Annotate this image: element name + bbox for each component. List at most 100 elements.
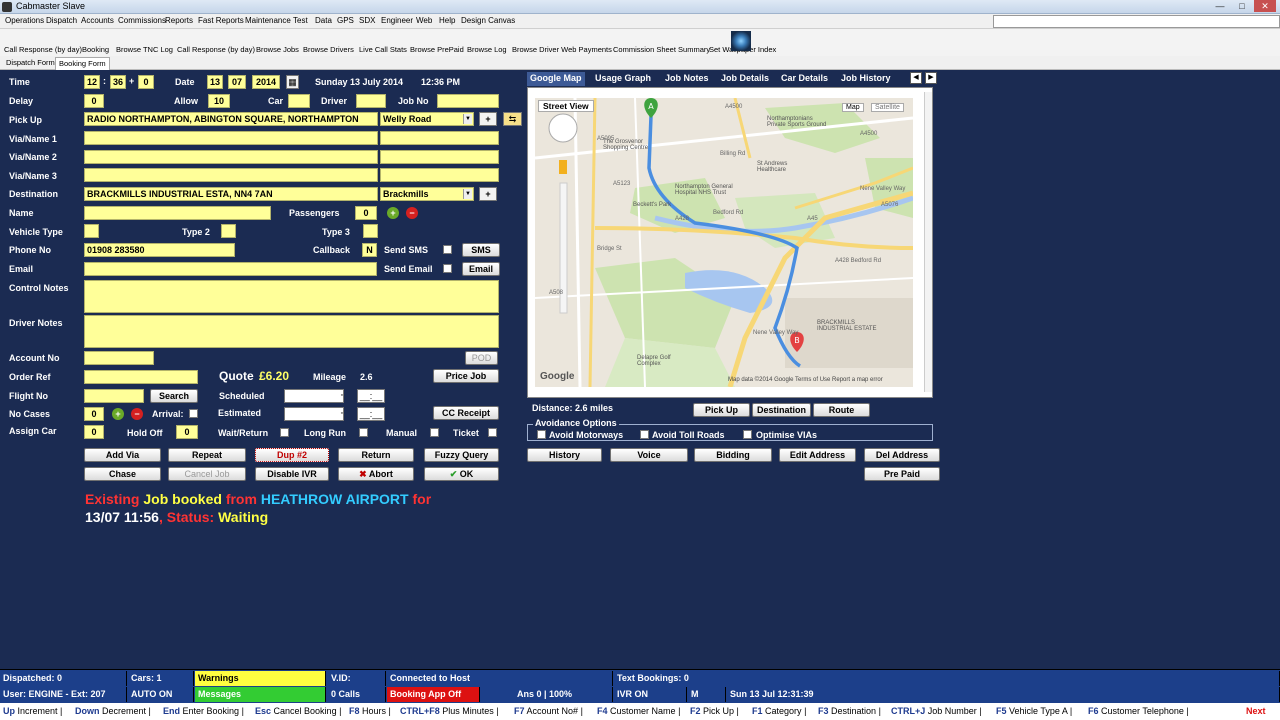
quick-call-response-2[interactable]: Call Response (by day) [177,45,255,54]
map-type-satellite-button[interactable]: Satellite [871,103,904,112]
menu-maintenance[interactable]: Maintenance [245,16,291,25]
estimated-date-field[interactable]: ▫ [284,407,344,421]
via1-area-field[interactable] [380,131,499,145]
menu-web[interactable]: Web [416,16,432,25]
abort-button[interactable]: ✖ Abort [338,467,414,481]
manual-checkbox[interactable] [430,428,439,437]
date-year-field[interactable]: 2014 [252,75,280,89]
email-button[interactable]: Email [462,262,500,276]
menu-engineer[interactable]: Engineer [381,16,413,25]
send-sms-checkbox[interactable] [443,245,452,254]
menu-design-canvas[interactable]: Design Canvas [461,16,515,25]
map-scrollbar[interactable] [924,92,932,392]
wait-return-checkbox[interactable] [280,428,289,437]
search-button[interactable]: Search [150,389,198,403]
via1-field[interactable] [84,131,378,145]
destination-field[interactable]: BRACKMILLS INDUSTRIAL ESTA, NN4 7AN [84,187,378,201]
ticket-checkbox[interactable] [488,428,497,437]
fuzzy-query-button[interactable]: Fuzzy Query [424,448,499,462]
minimize-button[interactable]: — [1209,0,1231,12]
job-no-field[interactable] [437,94,499,108]
passengers-decrement-icon[interactable]: − [406,207,418,219]
estimated-time-field[interactable]: __:__ [357,407,385,421]
cases-increment-icon[interactable]: + [112,408,124,420]
driver-field[interactable] [356,94,386,108]
via2-area-field[interactable] [380,150,499,164]
disable-ivr-button[interactable]: Disable IVR [255,467,329,481]
quick-browse-drivers[interactable]: Browse Drivers [303,45,354,54]
map-route-button[interactable]: Route [813,403,870,417]
quick-browse-log[interactable]: Browse Log [467,45,507,54]
pickup-add-button[interactable]: + [479,112,497,126]
menu-help[interactable]: Help [439,16,455,25]
via2-field[interactable] [84,150,378,164]
menu-accounts[interactable]: Accounts [81,16,114,25]
email-field[interactable] [84,262,377,276]
flight-no-field[interactable] [84,389,144,403]
sms-button[interactable]: SMS [462,243,500,257]
pod-button[interactable]: POD [465,351,498,365]
delay-field[interactable]: 0 [84,94,104,108]
driver-notes-field[interactable] [84,315,499,348]
map-type-map-button[interactable]: Map [842,103,864,112]
cases-decrement-icon[interactable]: − [131,408,143,420]
type2-field[interactable] [221,224,236,238]
menu-dispatch[interactable]: Dispatch [46,16,77,25]
type3-field[interactable] [363,224,378,238]
scheduled-date-field[interactable]: ▫ [284,389,344,403]
via3-field[interactable] [84,168,378,182]
date-month-field[interactable]: 07 [228,75,246,89]
arrival-checkbox[interactable] [189,409,198,418]
pickup-area-select[interactable]: Welly Road ▼ [380,112,474,126]
optimise-vias-checkbox[interactable] [743,430,752,439]
tab-google-map[interactable]: Google Map [527,72,585,86]
tab-dispatch-form[interactable]: Dispatch Form [3,57,58,70]
street-view-button[interactable]: Street View [538,100,594,112]
booking-app-status[interactable]: Booking App Off [387,687,480,702]
bidding-button[interactable]: Bidding [694,448,772,462]
tab-car-details[interactable]: Car Details [778,72,832,86]
car-field[interactable] [288,94,310,108]
dup-button[interactable]: Dup #2 [255,448,329,462]
scheduled-time-field[interactable]: __:__ [357,389,385,403]
map-pickup-button[interactable]: Pick Up [693,403,750,417]
map-destination-button[interactable]: Destination [752,403,811,417]
quick-browse-prepaid[interactable]: Browse PrePaid [410,45,464,54]
tab-usage-graph[interactable]: Usage Graph [592,72,655,86]
phone-field[interactable]: 01908 283580 [84,243,235,257]
pre-paid-button[interactable]: Pre Paid [864,467,940,481]
order-ref-field[interactable] [84,370,198,384]
time-add-field[interactable]: 0 [138,75,154,89]
google-map[interactable]: A B Street View Map Satellite Google Map… [535,98,913,387]
avoid-toll-roads-checkbox[interactable] [640,430,649,439]
cancel-job-button[interactable]: Cancel Job [168,467,246,481]
tab-job-details[interactable]: Job Details [718,72,773,86]
add-via-button[interactable]: Add Via [84,448,161,462]
quick-browse-jobs[interactable]: Browse Jobs [256,45,299,54]
swap-arrows-icon[interactable]: ⇆ [503,112,522,126]
quick-browse-tnc-log[interactable]: Browse TNC Log [116,45,173,54]
warnings-status[interactable]: Warnings [195,671,326,686]
menu-data[interactable]: Data [315,16,332,25]
via3-area-field[interactable] [380,168,499,182]
menu-gps[interactable]: GPS [337,16,354,25]
vehicle-type-field[interactable] [84,224,99,238]
close-button[interactable]: ✕ [1254,0,1276,12]
wallpaper-icon[interactable] [731,31,751,51]
cc-receipt-button[interactable]: CC Receipt [433,406,499,420]
date-day-field[interactable]: 13 [207,75,223,89]
hold-off-field[interactable]: 0 [176,425,198,439]
tabs-next-icon[interactable]: ▶ [925,72,937,84]
account-no-field[interactable] [84,351,154,365]
calendar-icon[interactable]: ▦ [286,75,299,89]
chase-button[interactable]: Chase [84,467,161,481]
tab-job-notes[interactable]: Job Notes [662,72,712,86]
menu-reports[interactable]: Reports [165,16,193,25]
menu-commissions[interactable]: Commissions [118,16,166,25]
del-address-button[interactable]: Del Address [864,448,940,462]
passengers-field[interactable]: 0 [355,206,377,220]
passengers-increment-icon[interactable]: + [387,207,399,219]
send-email-checkbox[interactable] [443,264,452,273]
messages-status[interactable]: Messages [195,687,326,702]
ok-button[interactable]: ✔ OK [424,467,499,481]
